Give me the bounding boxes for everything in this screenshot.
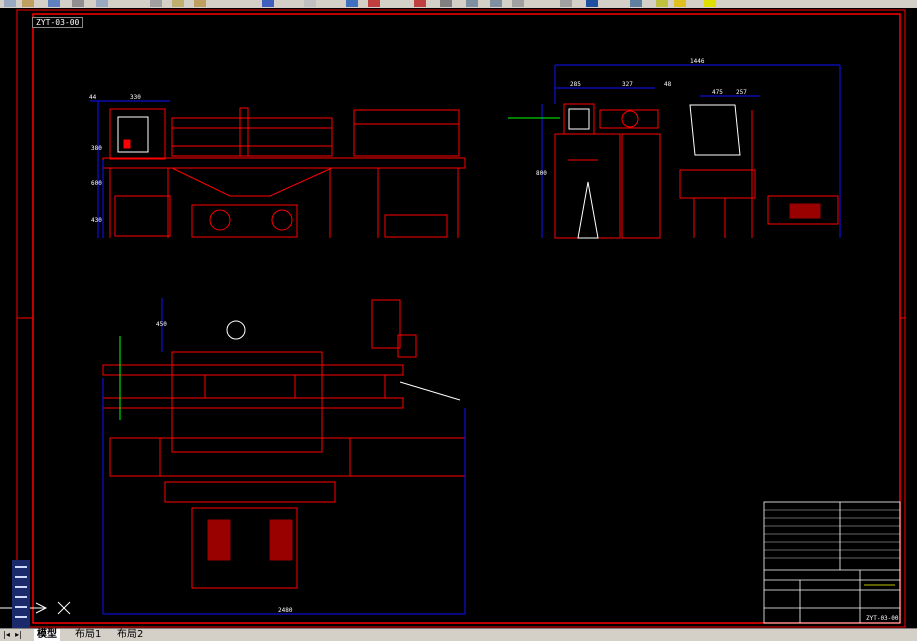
screw-conveyor <box>109 437 466 477</box>
dim-label: 380 <box>91 145 102 152</box>
motor-box-panel <box>117 116 149 153</box>
tab-first-icon[interactable]: |◂ <box>2 630 11 640</box>
side-elevation-dim-labels: 1446 285 327 48 475 257 800 <box>536 58 747 177</box>
side-elevation-view <box>554 103 839 239</box>
motor-core <box>789 203 821 219</box>
dim-label: 330 <box>130 94 141 101</box>
arm <box>399 381 461 401</box>
drawing-file-label: ZYT-03-00 <box>32 17 84 28</box>
help-icon[interactable] <box>586 0 598 7</box>
print-icon[interactable] <box>72 0 84 7</box>
preview-icon[interactable] <box>96 0 108 7</box>
cmd-line <box>15 586 27 588</box>
redo-icon[interactable] <box>304 0 316 7</box>
lower-cabinet <box>114 195 171 237</box>
title-block-code: ZYT-03-00 <box>866 615 899 622</box>
dim-label: 475 <box>712 89 723 96</box>
inner-border <box>32 13 901 624</box>
dim-label: 1446 <box>690 58 705 65</box>
dim-label: 285 <box>570 81 581 88</box>
tool-palette-icon[interactable] <box>490 0 502 7</box>
dim-label: 430 <box>91 217 102 224</box>
motor-right <box>269 519 293 561</box>
cmd-line <box>15 606 27 608</box>
gauge <box>226 320 246 340</box>
properties-icon[interactable] <box>440 0 452 7</box>
tripod <box>577 181 599 239</box>
tab-layout2[interactable]: 布局2 <box>114 629 146 641</box>
plan-view <box>102 299 466 589</box>
tab-model[interactable]: 模型 <box>34 629 60 641</box>
cmd-line <box>15 566 27 568</box>
dim-label: 600 <box>91 180 102 187</box>
sun-icon[interactable] <box>674 0 686 7</box>
dim-label: 450 <box>156 321 167 328</box>
paste-icon[interactable] <box>194 0 206 7</box>
calculator-icon[interactable] <box>560 0 572 7</box>
conveyor-bottom-rail <box>102 397 404 409</box>
drawing-canvas[interactable]: 44 330 380 600 430 1446 285 327 48 475 2… <box>0 8 917 628</box>
cmd-line <box>15 616 27 618</box>
layer-icon[interactable] <box>630 0 642 7</box>
drive-unit <box>599 109 659 129</box>
outer-border <box>16 9 906 628</box>
pan-icon[interactable] <box>346 0 358 7</box>
cmd-line <box>15 596 27 598</box>
drive-motor <box>371 299 401 349</box>
copy-icon[interactable] <box>172 0 184 7</box>
plan-hopper <box>171 351 323 453</box>
markup-icon[interactable] <box>512 0 524 7</box>
front-elevation-dimensions <box>90 100 170 238</box>
base-rail <box>164 481 336 503</box>
save-icon[interactable] <box>48 0 60 7</box>
motor-wheel <box>209 209 231 231</box>
ucs-icon <box>0 601 71 615</box>
layout-tab-bar: |◂ ▸| 模型 布局1 布局2 <box>0 628 917 641</box>
drive-roller <box>621 110 639 128</box>
layer-state-icon[interactable] <box>656 0 668 7</box>
command-history-widget[interactable] <box>12 560 30 630</box>
zoom-window-icon[interactable] <box>414 0 426 7</box>
trough <box>679 169 756 199</box>
dim-label: 48 <box>664 81 672 88</box>
hopper-box <box>353 109 460 157</box>
motor-box-knob <box>123 139 131 149</box>
hopper-side <box>689 104 741 156</box>
layer-color-icon[interactable] <box>704 0 716 7</box>
undo-icon[interactable] <box>262 0 274 7</box>
dim-label: 44 <box>89 94 97 101</box>
plan-view-dimensions <box>102 298 466 615</box>
conveyor-body <box>171 117 333 157</box>
new-icon[interactable] <box>4 0 16 7</box>
drawing-area[interactable]: 44 330 380 600 430 1446 285 327 48 475 2… <box>0 8 917 630</box>
open-icon[interactable] <box>22 0 34 7</box>
cut-icon[interactable] <box>150 0 162 7</box>
base-frame <box>384 214 448 238</box>
zoom-realtime-icon[interactable] <box>368 0 380 7</box>
title-block-rows <box>764 509 900 559</box>
column <box>621 133 661 239</box>
control-box-screen <box>568 108 590 130</box>
motor-left <box>207 519 231 561</box>
tab-last-icon[interactable]: ▸| <box>14 630 23 640</box>
tab-layout1[interactable]: 布局1 <box>72 629 104 641</box>
motor-wheel <box>271 209 293 231</box>
design-center-icon[interactable] <box>466 0 478 7</box>
title-block <box>763 501 901 624</box>
front-elevation-view <box>102 107 466 238</box>
dim-label: 2480 <box>278 607 293 614</box>
dim-label: 327 <box>622 81 633 88</box>
dim-label: 800 <box>536 170 547 177</box>
conveyor-top-rail <box>102 364 404 376</box>
drive-box <box>397 334 417 358</box>
cmd-line <box>15 576 27 578</box>
funnel <box>171 167 333 197</box>
dim-label: 257 <box>736 89 747 96</box>
cylinder <box>239 107 249 157</box>
